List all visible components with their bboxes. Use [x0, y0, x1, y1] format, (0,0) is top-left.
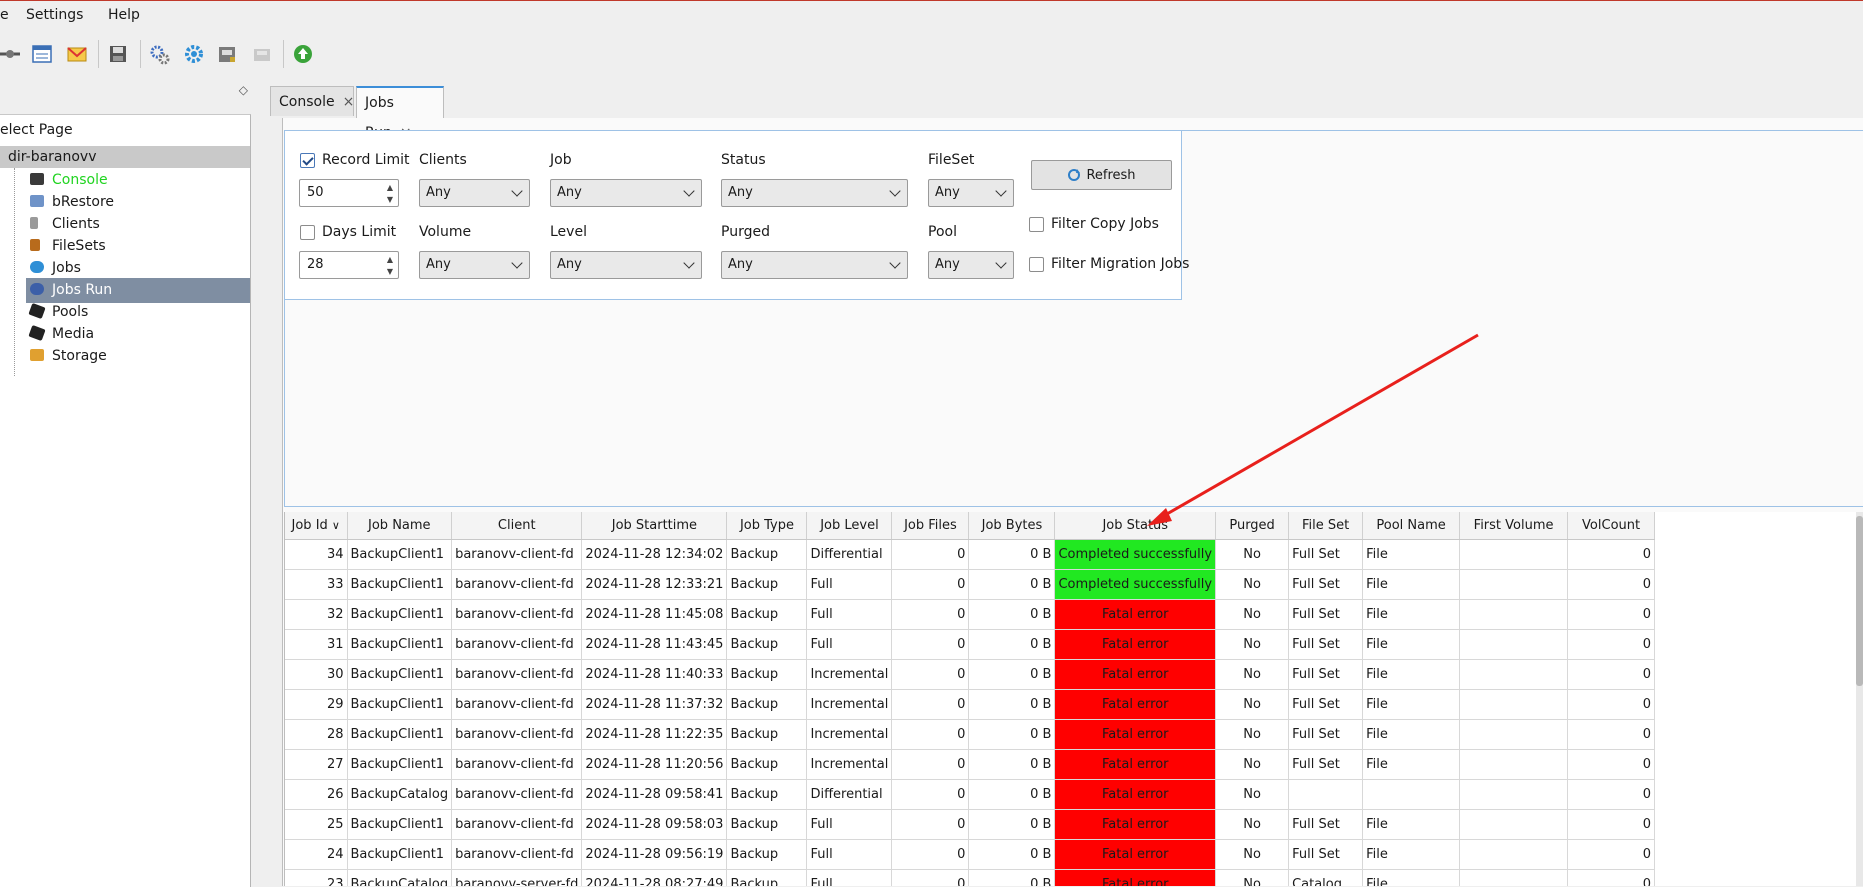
annotation-arrow [1147, 333, 1479, 526]
